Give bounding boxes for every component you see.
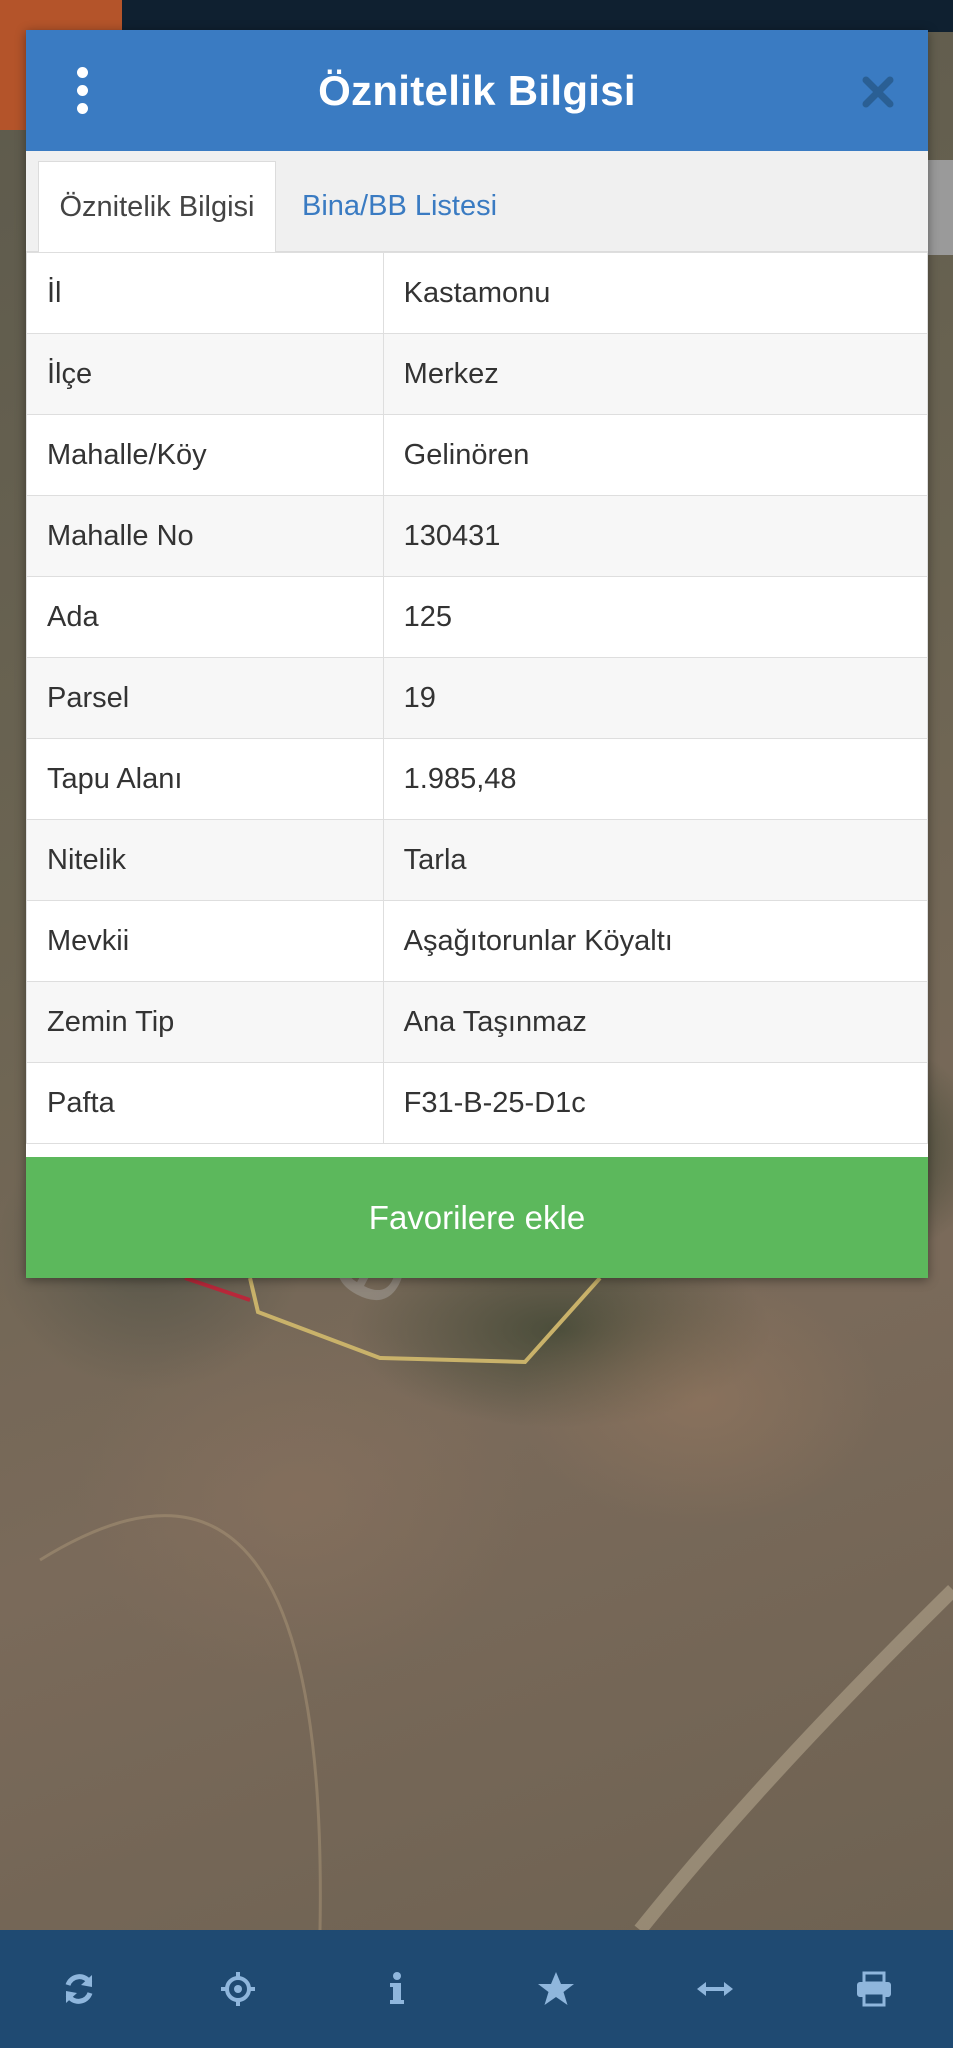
attribute-key: İl <box>26 252 384 334</box>
table-row: Zemin Tip Ana Taşınmaz <box>26 981 929 1063</box>
attribute-value: Tarla <box>382 819 929 901</box>
table-row: Mevkii Aşağıtorunlar Köyaltı <box>26 900 929 982</box>
table-row: Mahalle No 130431 <box>26 495 929 577</box>
attribute-value: Ana Taşınmaz <box>382 981 929 1063</box>
attribute-value: F31-B-25-D1c <box>382 1062 929 1144</box>
attribute-value: 19 <box>382 657 929 739</box>
attribute-table: İl Kastamonu İlçe Merkez Mahalle/Köy Gel… <box>26 252 929 1144</box>
attribute-value: Gelinören <box>382 414 929 496</box>
attribute-key: Mahalle No <box>26 495 384 577</box>
print-button[interactable] <box>834 1949 914 2029</box>
attribute-value: Aşağıtorunlar Köyaltı <box>382 900 929 982</box>
add-to-favorites-button[interactable]: Favorilere ekle <box>26 1157 928 1278</box>
attribute-dialog: Öznitelik Bilgisi Öznitelik Bilgisi Bina… <box>26 30 929 1278</box>
more-menu-button[interactable] <box>66 60 98 120</box>
attribute-key: Parsel <box>26 657 384 739</box>
kebab-menu-icon-dot <box>76 102 88 114</box>
bottom-toolbar <box>0 1930 953 2048</box>
tab-attribute-info[interactable]: Öznitelik Bilgisi <box>38 161 276 252</box>
close-icon <box>862 76 894 108</box>
table-row: Mahalle/Köy Gelinören <box>26 414 929 496</box>
attribute-key: İlçe <box>26 333 384 415</box>
star-icon <box>537 1972 574 2005</box>
locate-button[interactable] <box>198 1949 278 2029</box>
attribute-key: Nitelik <box>26 819 384 901</box>
locate-icon <box>221 1972 256 2006</box>
attribute-key: Mevkii <box>26 900 384 982</box>
attribute-value: Kastamonu <box>382 252 929 334</box>
info-icon <box>390 1972 405 2004</box>
dialog-title: Öznitelik Bilgisi <box>318 66 636 114</box>
attribute-key: Mahalle/Köy <box>26 414 384 496</box>
kebab-menu-icon-dot <box>76 84 88 96</box>
attribute-value: 130431 <box>382 495 929 577</box>
refresh-icon <box>66 1974 93 2004</box>
tab-bar: Öznitelik Bilgisi Bina/BB Listesi <box>26 151 928 252</box>
attribute-value: 125 <box>382 576 929 658</box>
attribute-key: Tapu Alanı <box>26 738 384 820</box>
attribute-value: Merkez <box>382 333 929 415</box>
table-row: Ada 125 <box>26 576 929 658</box>
dialog-header: Öznitelik Bilgisi <box>26 30 928 151</box>
measure-button[interactable] <box>675 1949 755 2029</box>
favorites-button[interactable] <box>516 1949 596 2029</box>
table-row: Nitelik Tarla <box>26 819 929 901</box>
table-row: Parsel 19 <box>26 657 929 739</box>
table-row: İl Kastamonu <box>26 252 929 334</box>
refresh-button[interactable] <box>39 1949 119 2029</box>
attribute-key: Pafta <box>26 1062 384 1144</box>
print-icon <box>856 1971 891 2007</box>
table-row: İlçe Merkez <box>26 333 929 415</box>
measure-icon <box>696 1982 733 1996</box>
close-button[interactable] <box>856 70 900 114</box>
attribute-key: Zemin Tip <box>26 981 384 1063</box>
table-row: Tapu Alanı 1.985,48 <box>26 738 929 820</box>
kebab-menu-icon <box>76 66 88 78</box>
attribute-value: 1.985,48 <box>382 738 929 820</box>
table-row: Pafta F31-B-25-D1c <box>26 1062 929 1144</box>
tab-building-list[interactable]: Bina/BB Listesi <box>302 161 497 251</box>
attribute-key: Ada <box>26 576 384 658</box>
info-button[interactable] <box>357 1949 437 2029</box>
